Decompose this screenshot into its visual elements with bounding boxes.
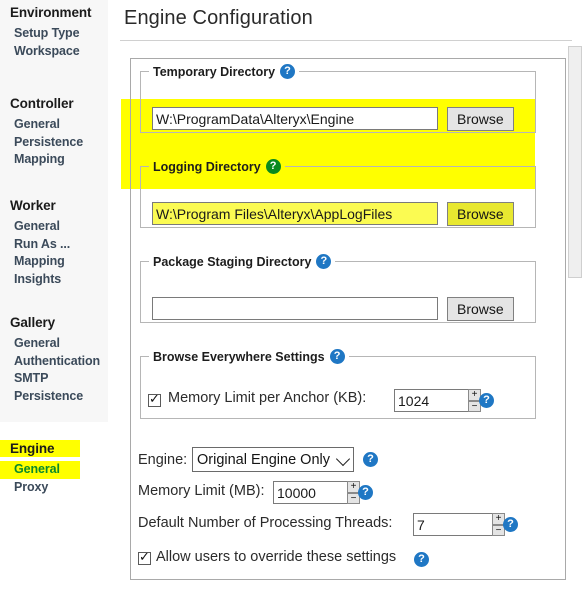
- vertical-scrollbar-thumb[interactable]: [568, 46, 582, 278]
- title-divider: [120, 40, 572, 41]
- help-question-icon[interactable]: ?: [363, 452, 378, 467]
- sidebar-group-controller: Controller General Persistence Mapping: [0, 95, 83, 169]
- processing-threads-input[interactable]: [413, 513, 493, 536]
- temporary-directory-input[interactable]: [152, 107, 438, 130]
- help-question-icon[interactable]: ?: [414, 552, 429, 567]
- sidebar-group-environment: Environment Setup Type Workspace: [0, 4, 92, 61]
- package-staging-legend-text: Package Staging Directory: [153, 254, 312, 269]
- package-staging-browse-button[interactable]: Browse: [447, 297, 514, 321]
- sidebar-group-gallery: Gallery General Authentication SMTP Persiste…: [0, 314, 100, 406]
- sidebar-item-environment-workspace[interactable]: Workspace: [0, 43, 80, 61]
- temporary-directory-legend: Temporary Directory ?: [149, 64, 300, 79]
- logging-directory-browse-button[interactable]: Browse: [447, 202, 514, 226]
- logging-directory-legend-text: Logging Directory: [153, 159, 261, 174]
- sidebar-group-header-environment: Environment: [10, 5, 92, 20]
- help-question-icon[interactable]: ?: [280, 64, 296, 79]
- processing-threads-label: Default Number of Processing Threads:: [138, 515, 393, 531]
- help-question-icon[interactable]: ?: [479, 393, 494, 408]
- sidebar-group-header-gallery: Gallery: [10, 315, 56, 330]
- sidebar-group-header-worker: Worker: [10, 198, 56, 213]
- allow-override-checkbox[interactable]: [138, 550, 151, 565]
- memory-limit-label: Memory Limit (MB):: [138, 483, 265, 499]
- help-question-icon[interactable]: ?: [265, 159, 281, 174]
- logging-directory-legend: Logging Directory ?: [149, 159, 285, 174]
- page-title: Engine Configuration: [124, 7, 313, 29]
- sidebar-item-gallery-smtp[interactable]: SMTP: [0, 370, 80, 388]
- sidebar-item-environment-setup-type[interactable]: Setup Type: [0, 25, 80, 43]
- engine-select-value: Original Engine Only: [197, 452, 330, 468]
- memory-limit-per-anchor-input[interactable]: [394, 389, 469, 412]
- sidebar-item-worker-run-as[interactable]: Run As ...: [0, 236, 80, 254]
- engine-configuration-window: Environment Setup Type Workspace Controller…: [0, 0, 584, 592]
- help-question-icon[interactable]: ?: [316, 254, 332, 269]
- temporary-directory-legend-text: Temporary Directory: [153, 64, 276, 79]
- sidebar-group-header-controller: Controller: [10, 96, 74, 111]
- chevron-down-icon: [335, 451, 351, 467]
- sidebar-item-gallery-authentication[interactable]: Authentication: [0, 353, 100, 371]
- help-question-icon[interactable]: ?: [329, 349, 345, 364]
- sidebar-item-controller-general[interactable]: General: [0, 116, 80, 134]
- temporary-directory-browse-button[interactable]: Browse: [447, 107, 514, 131]
- browse-everywhere-legend-text: Browse Everywhere Settings: [153, 349, 325, 364]
- package-staging-directory-input[interactable]: [152, 297, 438, 320]
- sidebar-item-worker-mapping[interactable]: Mapping: [0, 253, 80, 271]
- sidebar-item-engine-general[interactable]: General: [0, 461, 80, 479]
- sidebar-item-gallery-general[interactable]: General: [0, 335, 80, 353]
- sidebar-item-controller-persistence[interactable]: Persistence: [0, 134, 83, 152]
- package-staging-legend: Package Staging Directory ?: [149, 254, 336, 269]
- logging-directory-input[interactable]: [152, 202, 438, 225]
- sidebar-item-gallery-persistence[interactable]: Persistence: [0, 388, 83, 406]
- sidebar-group-worker: Worker General Run As ... Mapping Insights: [0, 197, 80, 288]
- memory-limit-per-anchor-label: Memory Limit per Anchor (KB):: [168, 390, 367, 406]
- sidebar-item-worker-insights[interactable]: Insights: [0, 271, 80, 289]
- sidebar-navigation: Environment Setup Type Workspace Controller…: [0, 0, 108, 592]
- engine-label: Engine:: [138, 452, 188, 468]
- sidebar-item-controller-mapping[interactable]: Mapping: [0, 151, 80, 169]
- vertical-scrollbar-track[interactable]: [567, 44, 584, 592]
- sidebar-item-worker-general[interactable]: General: [0, 218, 80, 236]
- sidebar-group-header-engine: Engine: [0, 440, 80, 457]
- memory-limit-input[interactable]: [273, 481, 348, 504]
- allow-override-label: Allow users to override these settings: [156, 549, 397, 565]
- browse-everywhere-legend: Browse Everywhere Settings ?: [149, 349, 349, 364]
- main-content: Engine Configuration Temporary Directory…: [108, 0, 584, 592]
- help-question-icon[interactable]: ?: [358, 485, 373, 500]
- help-question-icon[interactable]: ?: [503, 517, 518, 532]
- memory-limit-per-anchor-checkbox[interactable]: [148, 392, 161, 407]
- sidebar-group-engine: Engine General Proxy: [0, 440, 80, 496]
- sidebar-item-engine-proxy[interactable]: Proxy: [0, 479, 80, 497]
- engine-select[interactable]: Original Engine Only: [192, 447, 354, 472]
